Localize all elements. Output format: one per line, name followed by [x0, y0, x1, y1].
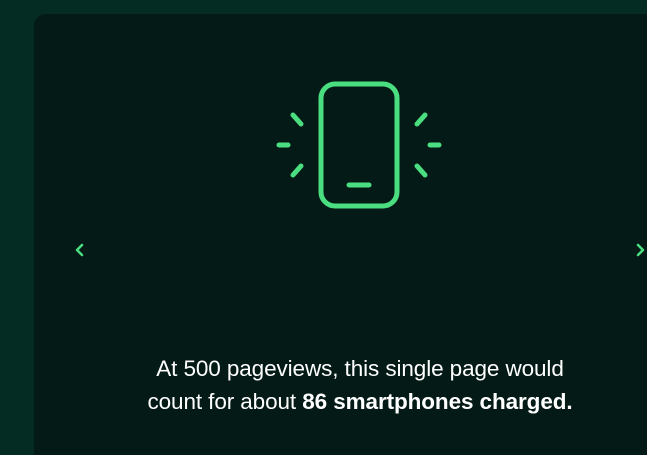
vibrating-smartphone-icon	[276, 81, 442, 209]
caption-line-2: count for about 86 smartphones charged.	[60, 385, 647, 418]
caption-emphasis: 86 smartphones charged.	[302, 389, 573, 414]
chevron-right-icon	[636, 243, 645, 257]
caption-prefix: count for about	[147, 389, 303, 414]
page-background: At 500 pageviews, this single page would…	[0, 0, 647, 455]
next-slide-button[interactable]	[632, 238, 647, 262]
chevron-left-icon	[75, 243, 84, 257]
caption-line-1: At 500 pageviews, this single page would	[156, 356, 564, 381]
previous-slide-button[interactable]	[72, 238, 88, 262]
equivalence-caption: At 500 pageviews, this single page would…	[60, 352, 647, 418]
